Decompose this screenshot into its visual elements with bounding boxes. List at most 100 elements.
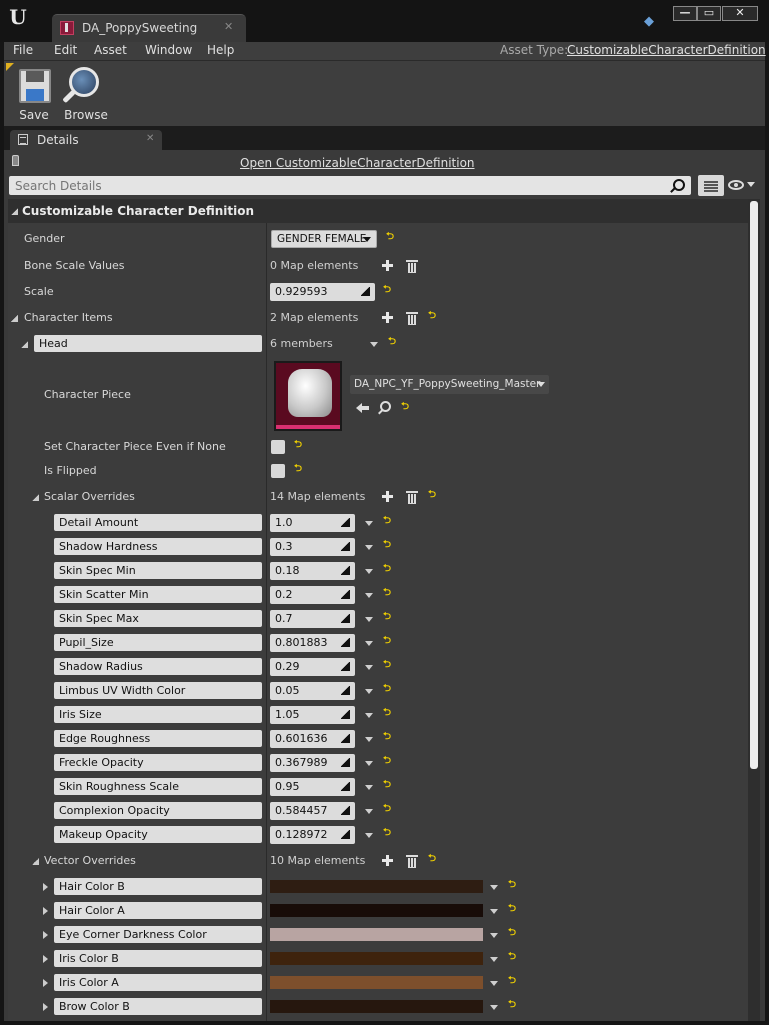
scalar-value-input[interactable]: 0.601636 xyxy=(270,730,355,748)
menu-help[interactable]: Help xyxy=(207,43,234,57)
color-swatch[interactable] xyxy=(270,1000,483,1013)
scalar-key-input[interactable]: Skin Roughness Scale xyxy=(54,778,262,795)
reset-to-default-icon[interactable]: ⮌ xyxy=(508,976,517,986)
reset-to-default-icon[interactable]: ⮌ xyxy=(383,828,392,838)
character-piece-combo[interactable]: DA_NPC_YF_PoppySweeting_Master xyxy=(350,375,549,394)
menu-file[interactable]: File xyxy=(13,43,33,57)
close-window-button[interactable]: ✕ xyxy=(722,6,758,21)
scalar-value-input[interactable]: 0.7 xyxy=(270,610,355,628)
chevron-down-icon[interactable] xyxy=(365,737,373,742)
color-swatch[interactable] xyxy=(270,952,483,965)
reset-to-default-icon[interactable]: ⮌ xyxy=(383,588,392,598)
chevron-down-icon[interactable] xyxy=(365,521,373,526)
close-tab-icon[interactable]: ✕ xyxy=(224,20,233,33)
scalar-value-input[interactable]: 0.29 xyxy=(270,658,355,676)
chevron-down-icon[interactable] xyxy=(365,761,373,766)
close-details-tab-icon[interactable]: ✕ xyxy=(146,133,154,144)
reset-to-default-icon[interactable]: ⮌ xyxy=(294,440,303,450)
graduation-cap-icon[interactable]: ◆ xyxy=(644,14,660,29)
scalar-key-input[interactable]: Shadow Hardness xyxy=(54,538,262,555)
trash-icon[interactable] xyxy=(406,312,418,325)
save-button[interactable]: Save xyxy=(9,67,59,123)
menu-asset[interactable]: Asset xyxy=(94,43,127,57)
browse-button[interactable]: Browse xyxy=(61,67,111,123)
lock-icon[interactable] xyxy=(12,155,19,166)
add-element-icon[interactable] xyxy=(382,855,393,866)
scale-input[interactable]: 0.929593 xyxy=(270,283,375,301)
chevron-down-icon[interactable] xyxy=(365,569,373,574)
reset-to-default-icon[interactable]: ⮌ xyxy=(383,540,392,550)
chevron-down-icon[interactable] xyxy=(365,593,373,598)
scalar-value-input[interactable]: 0.2 xyxy=(270,586,355,604)
scalar-value-input[interactable]: 1.05 xyxy=(270,706,355,724)
expand-arrow-icon[interactable] xyxy=(43,1003,48,1011)
chevron-down-icon[interactable] xyxy=(747,182,755,187)
collapse-arrow-icon[interactable] xyxy=(32,494,39,501)
scalar-key-input[interactable]: Skin Spec Max xyxy=(54,610,262,627)
vector-key-input[interactable]: Brow Color B xyxy=(54,998,262,1015)
reset-to-default-icon[interactable]: ⮌ xyxy=(428,854,437,864)
reset-to-default-icon[interactable]: ⮌ xyxy=(383,636,392,646)
expand-arrow-icon[interactable] xyxy=(43,907,48,915)
scalar-key-input[interactable]: Edge Roughness xyxy=(54,730,262,747)
search-input[interactable] xyxy=(15,178,655,193)
vector-key-input[interactable]: Iris Color B xyxy=(54,950,262,967)
chevron-down-icon[interactable] xyxy=(365,809,373,814)
expand-arrow-icon[interactable] xyxy=(43,955,48,963)
scrollbar[interactable] xyxy=(748,199,760,1021)
category-header[interactable]: Customizable Character Definition xyxy=(8,199,748,223)
reset-to-default-icon[interactable]: ⮌ xyxy=(383,660,392,670)
reset-to-default-icon[interactable]: ⮌ xyxy=(508,880,517,890)
reset-to-default-icon[interactable]: ⮌ xyxy=(383,564,392,574)
minimize-button[interactable]: — xyxy=(673,6,697,21)
scalar-key-input[interactable]: Pupil_Size xyxy=(54,634,262,651)
reset-to-default-icon[interactable]: ⮌ xyxy=(401,402,410,412)
use-selected-arrow-icon[interactable] xyxy=(356,402,370,414)
trash-icon[interactable] xyxy=(406,260,418,273)
eye-icon[interactable] xyxy=(728,180,744,190)
chevron-down-icon[interactable] xyxy=(365,641,373,646)
reset-to-default-icon[interactable]: ⮌ xyxy=(428,490,437,500)
scalar-key-input[interactable]: Skin Scatter Min xyxy=(54,586,262,603)
add-element-icon[interactable] xyxy=(382,260,393,271)
chevron-down-icon[interactable] xyxy=(365,833,373,838)
color-swatch[interactable] xyxy=(270,928,483,941)
color-swatch[interactable] xyxy=(270,976,483,989)
head-key-input[interactable]: Head xyxy=(34,335,262,352)
asset-type-link[interactable]: CustomizableCharacterDefinition xyxy=(567,43,766,57)
chevron-down-icon[interactable] xyxy=(490,909,498,914)
search-icon[interactable] xyxy=(673,179,685,191)
scalar-value-input[interactable]: 1.0 xyxy=(270,514,355,532)
chevron-down-icon[interactable] xyxy=(490,981,498,986)
gender-combo[interactable]: GENDER FEMALE xyxy=(271,230,377,248)
chevron-down-icon[interactable] xyxy=(490,885,498,890)
property-matrix-icon[interactable] xyxy=(698,175,724,196)
scrollbar-thumb[interactable] xyxy=(750,201,758,769)
reset-to-default-icon[interactable]: ⮌ xyxy=(383,804,392,814)
vector-key-input[interactable]: Eye Corner Darkness Color xyxy=(54,926,262,943)
scalar-key-input[interactable]: Detail Amount xyxy=(54,514,262,531)
reset-to-default-icon[interactable]: ⮌ xyxy=(388,337,397,347)
browse-to-asset-icon[interactable] xyxy=(380,401,391,412)
chevron-down-icon[interactable] xyxy=(365,689,373,694)
reset-to-default-icon[interactable]: ⮌ xyxy=(383,516,392,526)
trash-icon[interactable] xyxy=(406,491,418,504)
scalar-value-input[interactable]: 0.18 xyxy=(270,562,355,580)
scalar-key-input[interactable]: Makeup Opacity xyxy=(54,826,262,843)
collapse-arrow-icon[interactable] xyxy=(11,315,18,322)
scalar-value-input[interactable]: 0.801883 xyxy=(270,634,355,652)
maximize-button[interactable]: ▭ xyxy=(697,6,721,21)
chevron-down-icon[interactable] xyxy=(365,785,373,790)
reset-to-default-icon[interactable]: ⮌ xyxy=(383,732,392,742)
is-flipped-checkbox[interactable] xyxy=(271,464,285,478)
trash-icon[interactable] xyxy=(406,855,418,868)
scalar-key-input[interactable]: Limbus UV Width Color xyxy=(54,682,262,699)
reset-to-default-icon[interactable]: ⮌ xyxy=(294,464,303,474)
chevron-down-icon[interactable] xyxy=(370,342,378,347)
reset-to-default-icon[interactable]: ⮌ xyxy=(508,904,517,914)
chevron-down-icon[interactable] xyxy=(490,957,498,962)
chevron-down-icon[interactable] xyxy=(365,713,373,718)
scalar-value-input[interactable]: 0.3 xyxy=(270,538,355,556)
chevron-down-icon[interactable] xyxy=(365,545,373,550)
expand-arrow-icon[interactable] xyxy=(43,883,48,891)
